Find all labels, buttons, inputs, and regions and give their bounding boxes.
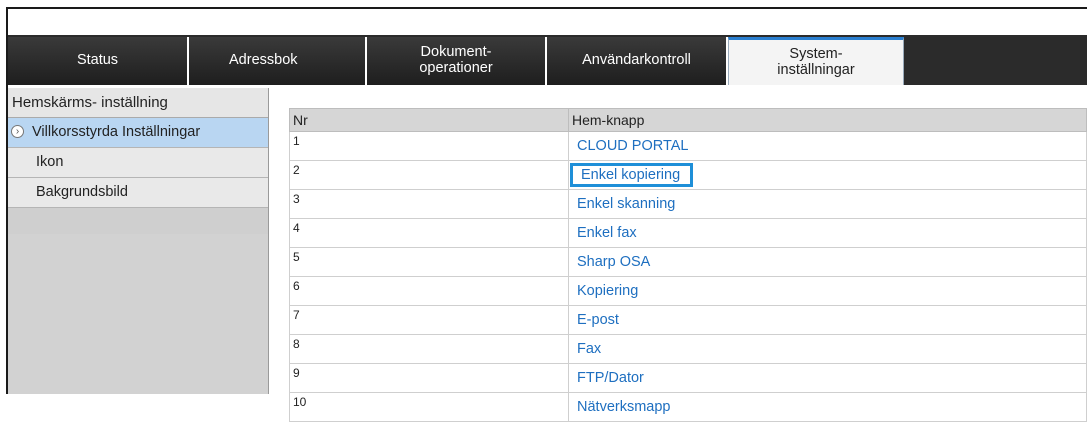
column-header-hem-knapp: Hem-knapp — [568, 108, 1087, 132]
tab-anvandarkontroll-label: Användarkontroll — [582, 52, 691, 69]
column-header-nr: Nr — [289, 108, 569, 132]
row-nr: 7 — [289, 305, 569, 335]
tab-systeminstallningar[interactable]: System- inställningar — [728, 37, 904, 85]
sidebar-item-label: Bakgrundsbild — [36, 184, 128, 200]
row-nr: 1 — [289, 131, 569, 161]
table-row: 3 Enkel skanning — [289, 189, 1087, 219]
home-button-link[interactable]: Enkel fax — [577, 225, 637, 241]
home-button-link[interactable]: Enkel skanning — [577, 196, 675, 212]
sidebar-item-label: Ikon — [36, 154, 64, 170]
home-button-link[interactable]: Kopiering — [577, 283, 638, 299]
table-row: 4 Enkel fax — [289, 218, 1087, 248]
sidebar-item-bakgrundsbild[interactable]: Bakgrundsbild — [8, 178, 268, 208]
row-nr: 3 — [289, 189, 569, 219]
home-button-link[interactable]: Nätverksmapp — [577, 399, 670, 415]
row-nr: 4 — [289, 218, 569, 248]
table-row: 1 CLOUD PORTAL — [289, 131, 1087, 161]
tab-dokument-operationer-label: Dokument- operationer — [419, 44, 493, 76]
row-nr: 8 — [289, 334, 569, 364]
tab-adressbok-label: Adressbok — [229, 52, 298, 69]
home-button-link[interactable]: FTP/Dator — [577, 370, 644, 386]
row-nr: 6 — [289, 276, 569, 306]
row-nr: 9 — [289, 363, 569, 393]
chevron-right-icon: › — [11, 125, 24, 138]
sidebar-item-ikon[interactable]: Ikon — [8, 148, 268, 178]
tab-adressbok[interactable]: Adressbok — [189, 37, 367, 85]
home-button-link[interactable]: E-post — [577, 312, 619, 328]
home-button-table: Nr Hem-knapp 1 CLOUD PORTAL 2 Enkel kopi… — [289, 108, 1087, 422]
row-nr: 5 — [289, 247, 569, 277]
home-button-link[interactable]: Sharp OSA — [577, 254, 650, 270]
table-row: 9 FTP/Dator — [289, 363, 1087, 393]
home-button-link[interactable]: Fax — [577, 341, 601, 357]
table-row: 8 Fax — [289, 334, 1087, 364]
table-row: 5 Sharp OSA — [289, 247, 1087, 277]
sidebar-item-label: Villkorsstyrda Inställningar — [32, 124, 201, 140]
tab-dokument-operationer[interactable]: Dokument- operationer — [367, 37, 547, 85]
table-row: 7 E-post — [289, 305, 1087, 335]
sidebar-item-villkorsstyrda[interactable]: › Villkorsstyrda Inställningar — [8, 118, 268, 148]
row-nr: 10 — [289, 392, 569, 422]
home-button-link-highlighted[interactable]: Enkel kopiering — [570, 163, 694, 187]
row-nr: 2 — [289, 160, 569, 190]
table-row: 6 Kopiering — [289, 276, 1087, 306]
sidebar-header: Hemskärms- inställning — [8, 88, 268, 118]
table-row: 2 Enkel kopiering — [289, 160, 1087, 190]
tab-systeminstallningar-label: System- inställningar — [777, 45, 855, 78]
tab-status[interactable]: Status — [8, 37, 189, 85]
tab-anvandarkontroll[interactable]: Användarkontroll — [547, 37, 728, 85]
tab-status-label: Status — [76, 52, 119, 69]
sidebar: Hemskärms- inställning › Villkorsstyrda … — [8, 88, 269, 394]
home-button-link[interactable]: CLOUD PORTAL — [577, 138, 688, 154]
sidebar-empty-area — [8, 234, 268, 394]
table-row: 10 Nätverksmapp — [289, 392, 1087, 422]
